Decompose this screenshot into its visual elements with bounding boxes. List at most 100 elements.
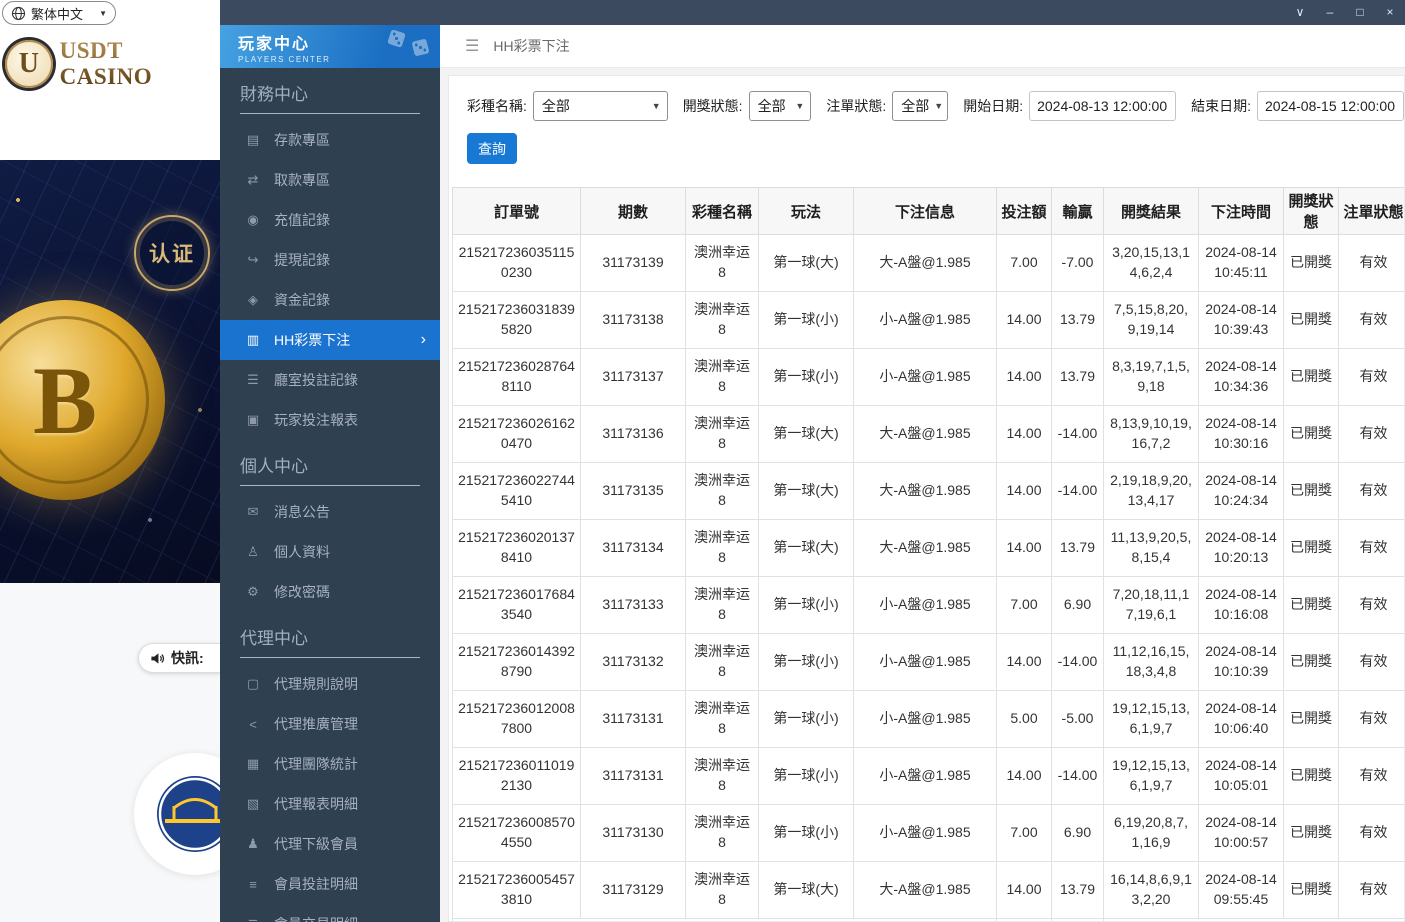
cell-win-loss: -14.00 xyxy=(1052,634,1104,691)
cell-lottery-name: 澳洲幸运8 xyxy=(686,406,759,463)
language-selector[interactable]: 繁体中文 ▼ xyxy=(2,1,116,25)
cell-period: 31173139 xyxy=(581,235,686,292)
cell-order-no: 2152172360261620470 xyxy=(453,406,581,463)
cell-lottery-name: 澳洲幸运8 xyxy=(686,634,759,691)
agent-promotion-icon: < xyxy=(245,717,261,732)
sidebar-item-hh-lottery-bet[interactable]: ▥HH彩票下注› xyxy=(220,320,440,360)
sidebar-item-label: 代理報表明細 xyxy=(274,794,358,814)
cell-bet-time: 2024-08-14 10:34:36 xyxy=(1199,349,1284,406)
sidebar-item-agent-sub-members[interactable]: ♟代理下級會員 xyxy=(220,824,440,864)
footer-empty xyxy=(1104,919,1405,922)
cell-win-loss: 13.79 xyxy=(1052,862,1104,919)
start-date-input[interactable] xyxy=(1029,91,1176,121)
lottery-filter-label: 彩種名稱: xyxy=(467,96,527,116)
sidebar-item-agent-rules[interactable]: ▢代理規則說明 xyxy=(220,664,440,704)
cell-play: 第一球(大) xyxy=(759,235,854,292)
caret-down-icon: ▼ xyxy=(652,101,661,111)
table-row: 215217236031839582031173138澳洲幸运8第一球(小)小-… xyxy=(453,292,1405,349)
sidebar-item-label: 存款專區 xyxy=(274,130,330,150)
sidebar-item-announcements[interactable]: ✉消息公告 xyxy=(220,492,440,532)
table-row: 215217236022744541031173135澳洲幸运8第一球(大)大-… xyxy=(453,463,1405,520)
table-row: 215217236035115023031173139澳洲幸运8第一球(大)大-… xyxy=(453,235,1405,292)
cell-draw-status: 已開獎 xyxy=(1284,463,1339,520)
table-row: 215217236020137841031173134澳洲幸运8第一球(大)大-… xyxy=(453,520,1405,577)
news-ticker[interactable]: 快訊: xyxy=(138,643,220,673)
cell-lottery-name: 澳洲幸运8 xyxy=(686,748,759,805)
sidebar-item-label: 消息公告 xyxy=(274,502,330,522)
sidebar-item-profile[interactable]: ♙個人資料 xyxy=(220,532,440,572)
cell-bet-info: 大-A盤@1.985 xyxy=(854,235,997,292)
cell-bet-info: 小-A盤@1.985 xyxy=(854,349,997,406)
bet-status-select[interactable]: 全部 ▼ xyxy=(892,91,948,121)
chevron-right-icon: › xyxy=(421,331,426,349)
sidebar-item-deposit-area[interactable]: ▤存款專區 xyxy=(220,120,440,160)
cell-bet-info: 小-A盤@1.985 xyxy=(854,577,997,634)
sidebar-item-label: 會員交易明細 xyxy=(274,914,358,922)
cell-order-no: 2152172360287648110 xyxy=(453,349,581,406)
cell-play: 第一球(小) xyxy=(759,577,854,634)
cell-bet-status: 有效 xyxy=(1339,748,1405,805)
sidebar-item-member-transaction-detail[interactable]: ≣會員交易明細 xyxy=(220,904,440,922)
sidebar-item-funds-record[interactable]: ◈資金記錄 xyxy=(220,280,440,320)
sidebar-header: 玩家中心 PLAYERS CENTER xyxy=(220,25,440,68)
end-date-input[interactable] xyxy=(1257,91,1404,121)
cell-draw-result: 11,12,16,15,18,3,4,8 xyxy=(1104,634,1199,691)
window-maximize-button[interactable]: □ xyxy=(1345,0,1375,25)
cell-order-no: 2152172360054573810 xyxy=(453,862,581,919)
bet-status-filter-label: 注單狀態: xyxy=(826,96,886,116)
cell-bet-amount: 14.00 xyxy=(997,292,1052,349)
sidebar-item-change-password[interactable]: ⚙修改密碼 xyxy=(220,572,440,612)
sidebar-item-player-bet-report[interactable]: ▣玩家投注報表 xyxy=(220,400,440,440)
cell-win-loss: 13.79 xyxy=(1052,520,1104,577)
language-label: 繁体中文 xyxy=(31,4,83,23)
cell-draw-result: 6,19,20,8,7,1,16,9 xyxy=(1104,805,1199,862)
cell-draw-result: 8,3,19,7,1,5,9,18 xyxy=(1104,349,1199,406)
cell-lottery-name: 澳洲幸运8 xyxy=(686,862,759,919)
sidebar-title: 玩家中心 xyxy=(238,30,440,54)
cell-draw-result: 3,20,15,13,14,6,2,4 xyxy=(1104,235,1199,292)
sidebar-item-agent-promotion[interactable]: <代理推廣管理 xyxy=(220,704,440,744)
sidebar-item-recharge-record[interactable]: ◉充值記錄 xyxy=(220,200,440,240)
table-row: 215217236026162047031173136澳洲幸运8第一球(大)大-… xyxy=(453,406,1405,463)
sidebar-item-room-bet-record[interactable]: ☰廳室投註記錄 xyxy=(220,360,440,400)
sidebar-item-withdrawal-record[interactable]: ↪提現記錄 xyxy=(220,240,440,280)
sidebar-item-member-bet-detail[interactable]: ≡會員投註明細 xyxy=(220,864,440,904)
sidebar-item-withdraw-area[interactable]: ⇄取款專區 xyxy=(220,160,440,200)
cell-win-loss: 6.90 xyxy=(1052,577,1104,634)
bets-table: 訂單號期數彩種名稱玩法下注信息投注額輸贏開獎結果下注時間開獎狀態注單狀態 215… xyxy=(452,187,1405,922)
cell-draw-status: 已開獎 xyxy=(1284,862,1339,919)
brand-emblem: U xyxy=(5,40,53,88)
cell-lottery-name: 澳洲幸运8 xyxy=(686,463,759,520)
cell-bet-status: 有效 xyxy=(1339,520,1405,577)
cell-bet-time: 2024-08-14 10:30:16 xyxy=(1199,406,1284,463)
cell-play: 第一球(小) xyxy=(759,349,854,406)
cell-lottery-name: 澳洲幸运8 xyxy=(686,520,759,577)
cell-bet-info: 小-A盤@1.985 xyxy=(854,292,997,349)
lottery-bet-icon: ▥ xyxy=(245,332,261,348)
cell-lottery-name: 澳洲幸运8 xyxy=(686,235,759,292)
column-header: 投注額 xyxy=(997,188,1052,235)
sidebar-item-label: 代理下級會員 xyxy=(274,834,358,854)
cell-bet-status: 有效 xyxy=(1339,577,1405,634)
search-button[interactable]: 查詢 xyxy=(467,133,517,164)
cell-period: 31173129 xyxy=(581,862,686,919)
withdraw-money-icon: ⇄ xyxy=(245,172,261,188)
draw-status-select[interactable]: 全部 ▼ xyxy=(749,91,812,121)
cell-period: 31173131 xyxy=(581,691,686,748)
sidebar-item-agent-team-stats[interactable]: ▦代理團隊統計 xyxy=(220,744,440,784)
lottery-name-select[interactable]: 全部 ▼ xyxy=(533,91,668,121)
sidebar-item-label: 提現記錄 xyxy=(274,250,330,270)
cell-order-no: 2152172360318395820 xyxy=(453,292,581,349)
window-minimize-button[interactable]: – xyxy=(1315,0,1345,25)
agent-team-stats-icon: ▦ xyxy=(245,756,261,772)
cell-bet-info: 大-A盤@1.985 xyxy=(854,463,997,520)
sidebar-sections: 財務中心▤存款專區⇄取款專區◉充值記錄↪提現記錄◈資金記錄▥HH彩票下注›☰廳室… xyxy=(220,68,440,922)
column-header: 訂單號 xyxy=(453,188,581,235)
cell-lottery-name: 澳洲幸运8 xyxy=(686,577,759,634)
window-dropdown-button[interactable]: ∨ xyxy=(1285,0,1315,25)
cell-draw-status: 已開獎 xyxy=(1284,634,1339,691)
window-close-button[interactable]: × xyxy=(1375,0,1405,25)
menu-toggle-icon[interactable]: ☰ xyxy=(465,36,479,56)
sidebar-item-agent-report-detail[interactable]: ▧代理報表明細 xyxy=(220,784,440,824)
cell-draw-status: 已開獎 xyxy=(1284,235,1339,292)
